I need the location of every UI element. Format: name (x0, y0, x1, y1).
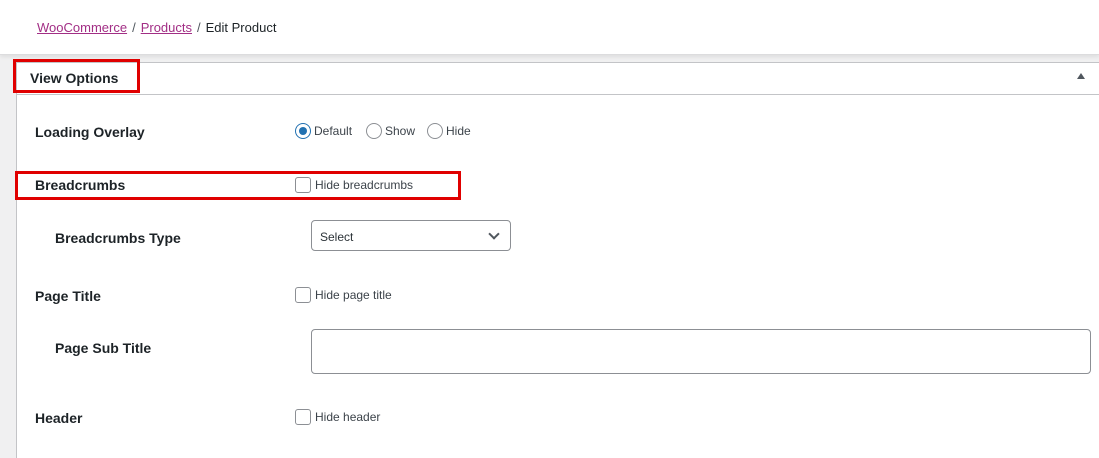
breadcrumb-current: Edit Product (205, 20, 277, 35)
hide-breadcrumbs-label: Hide breadcrumbs (315, 178, 414, 192)
view-options-panel: View Options (16, 62, 1099, 458)
hide-page-title-label: Hide page title (315, 288, 392, 302)
radio-default[interactable]: Default (295, 123, 364, 139)
radio-default-icon[interactable] (295, 123, 311, 139)
collapse-arrow-icon[interactable] (1077, 73, 1085, 79)
breadcrumbs-type-value: Select (320, 230, 354, 244)
page-title-label: Page Title (35, 288, 101, 304)
breadcrumbs-type-label: Breadcrumbs Type (55, 230, 181, 246)
page-sub-title-input[interactable] (311, 329, 1091, 374)
hide-page-title-option[interactable]: Hide page title (295, 287, 392, 303)
hide-breadcrumbs-checkbox[interactable] (295, 177, 311, 193)
hide-header-checkbox[interactable] (295, 409, 311, 425)
hide-header-option[interactable]: Hide header (295, 409, 380, 425)
page-sub-title-label: Page Sub Title (55, 340, 152, 356)
loading-overlay-label: Loading Overlay (35, 124, 145, 140)
breadcrumbs-label: Breadcrumbs (35, 177, 126, 193)
breadcrumb-separator: / (132, 20, 136, 35)
breadcrumb-separator: / (197, 20, 201, 35)
hide-header-label: Hide header (315, 410, 381, 424)
radio-default-label: Default (314, 124, 353, 138)
breadcrumb-products-link[interactable]: Products (141, 20, 192, 35)
header-label: Header (35, 410, 83, 426)
panel-header[interactable]: View Options (17, 63, 1099, 95)
breadcrumb: WooCommerce / Products / Edit Product (37, 19, 276, 36)
breadcrumb-woocommerce-link[interactable]: WooCommerce (37, 20, 127, 35)
chevron-down-icon (488, 228, 500, 240)
radio-show[interactable]: Show (366, 123, 427, 139)
radio-show-label: Show (385, 124, 416, 138)
panel-title: View Options (30, 70, 119, 86)
hide-breadcrumbs-option[interactable]: Hide breadcrumbs (295, 177, 413, 193)
hide-page-title-checkbox[interactable] (295, 287, 311, 303)
top-bar: WooCommerce / Products / Edit Product (0, 0, 1099, 55)
radio-hide[interactable]: Hide (427, 123, 483, 139)
radio-show-icon[interactable] (366, 123, 382, 139)
radio-hide-icon[interactable] (427, 123, 443, 139)
radio-hide-label: Hide (446, 124, 471, 138)
breadcrumbs-type-select[interactable]: Select (311, 220, 511, 251)
